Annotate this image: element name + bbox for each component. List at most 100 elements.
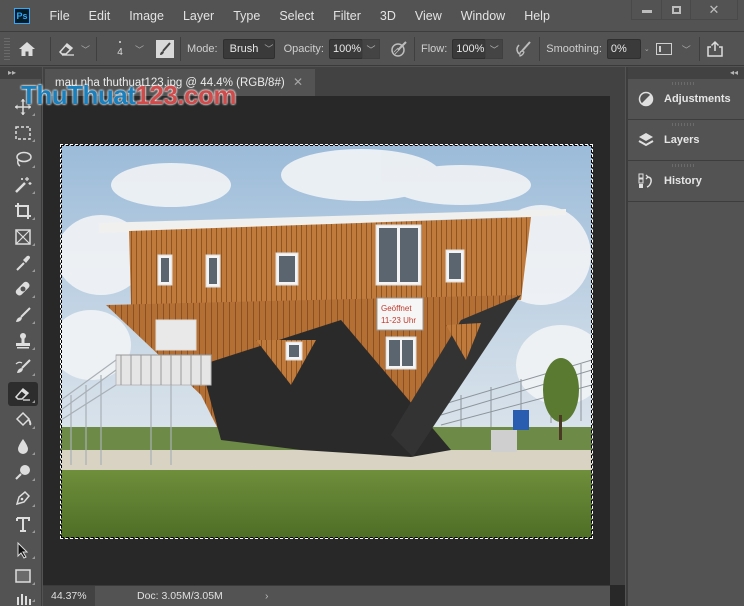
- menu-type[interactable]: Type: [224, 0, 270, 32]
- panel-collapse-button[interactable]: ◂◂: [628, 67, 744, 79]
- document-size-info: Doc: 3.05M/3.05M: [137, 590, 223, 602]
- chevron-down-icon: ﹀: [264, 44, 274, 54]
- balcony: [115, 354, 212, 386]
- sign-text-line2: 11-23 Uhr: [381, 316, 416, 325]
- stamp-icon: [16, 333, 30, 349]
- status-bar: 44.37% Doc: 3.05M/3.05M ›: [43, 585, 610, 606]
- menu-layer[interactable]: Layer: [173, 0, 223, 32]
- brush-settings-button[interactable]: [156, 40, 175, 58]
- smoothing-chevron[interactable]: ﹀: [682, 43, 691, 56]
- magic-wand-tool[interactable]: [8, 173, 38, 197]
- document-image[interactable]: Geöffnet 11-23 Uhr: [60, 144, 593, 539]
- home-button[interactable]: [10, 41, 44, 57]
- dodge-tool[interactable]: [8, 460, 38, 484]
- type-icon: [16, 517, 30, 532]
- more-tools[interactable]: [8, 587, 38, 605]
- opacity-label: Opacity:: [283, 43, 324, 55]
- flow-input[interactable]: 100%: [452, 39, 487, 59]
- menu-filter[interactable]: Filter: [324, 0, 371, 32]
- smoothing-input[interactable]: 0%: [606, 39, 641, 59]
- upside-down-house-photo: Geöffnet 11-23 Uhr: [61, 145, 592, 538]
- eraser-icon: [14, 387, 30, 401]
- healing-brush-tool[interactable]: [8, 277, 38, 301]
- eraser-tool[interactable]: [8, 382, 38, 406]
- panel-label-layers: Layers: [664, 134, 700, 146]
- main-menu: File Edit Image Layer Type Select Filter…: [40, 0, 559, 32]
- maximize-icon: [671, 5, 681, 14]
- pressure-opacity-toggle[interactable]: [390, 40, 408, 58]
- layers-icon: [638, 133, 654, 147]
- magic-wand-icon: [15, 177, 32, 193]
- tool-preset-picker[interactable]: ﹀: [57, 41, 90, 57]
- menu-edit[interactable]: Edit: [79, 0, 120, 32]
- rectangle-tool[interactable]: [8, 564, 38, 588]
- separator: [96, 37, 98, 61]
- drop-icon: [18, 439, 28, 454]
- panel-adjustments[interactable]: Adjustments: [628, 79, 744, 120]
- lasso-icon: [16, 151, 32, 167]
- brush-size-value: 4: [117, 46, 123, 58]
- panel-grip[interactable]: [672, 123, 696, 126]
- watermark: ThuThuat123.com: [21, 80, 236, 111]
- vertical-scrollbar[interactable]: [610, 96, 625, 585]
- pen-tool[interactable]: [8, 486, 38, 510]
- clone-stamp-tool[interactable]: [8, 329, 38, 353]
- smoothing-slider-toggle[interactable]: ⌄: [644, 45, 650, 53]
- path-selection-tool[interactable]: [8, 538, 38, 562]
- crop-tool[interactable]: [8, 199, 38, 223]
- eyedropper-tool[interactable]: [8, 251, 38, 275]
- history-brush-tool[interactable]: [8, 355, 38, 379]
- menu-image[interactable]: Image: [120, 0, 174, 32]
- close-icon: ✕: [708, 2, 720, 17]
- maximize-button[interactable]: [661, 0, 690, 19]
- smoothing-label: Smoothing:: [546, 43, 602, 55]
- panel-history[interactable]: History: [628, 161, 744, 202]
- menu-view[interactable]: View: [405, 0, 451, 32]
- brush-size-picker[interactable]: 4: [109, 40, 131, 58]
- mode-select[interactable]: Brush ﹀: [222, 39, 275, 59]
- window-controls: ✕: [631, 0, 738, 20]
- share-button[interactable]: [706, 40, 724, 58]
- pressure-opacity-icon: [391, 41, 407, 57]
- brush-tool[interactable]: [8, 303, 38, 327]
- frame-tool[interactable]: [8, 225, 38, 249]
- home-icon: [19, 42, 35, 56]
- tools-panel: [0, 79, 42, 606]
- zoom-level-field[interactable]: 44.37%: [43, 586, 95, 606]
- menu-window[interactable]: Window: [451, 0, 514, 32]
- opacity-input[interactable]: 100%: [328, 39, 363, 59]
- sign-board: [376, 297, 424, 331]
- separator: [180, 37, 182, 61]
- brush-size-chevron[interactable]: ﹀: [135, 43, 144, 56]
- panel-grip[interactable]: [672, 82, 696, 85]
- menu-help[interactable]: Help: [515, 0, 560, 32]
- close-button[interactable]: ✕: [690, 0, 737, 19]
- marquee-tool[interactable]: [8, 121, 38, 145]
- panel-layers[interactable]: Layers: [628, 120, 744, 161]
- options-bar: ﹀ 4 ﹀ Mode: Brush ﹀ Opacity: 100% ﹀ Flow…: [0, 33, 744, 66]
- menu-bar: Ps File Edit Image Layer Type Select Fil…: [0, 0, 744, 32]
- canvas[interactable]: Geöffnet 11-23 Uhr: [43, 96, 610, 585]
- paint-bucket-tool[interactable]: [8, 408, 38, 432]
- rectangle-icon: [15, 569, 31, 583]
- lasso-tool[interactable]: [8, 147, 38, 171]
- menu-3d[interactable]: 3D: [370, 0, 405, 32]
- separator: [50, 37, 51, 61]
- opacity-dropdown-button[interactable]: ﹀: [361, 39, 380, 59]
- photoshop-logo: Ps: [14, 8, 30, 24]
- brush-settings-icon: [160, 42, 171, 55]
- toolbar-collapse-button[interactable]: ▸▸: [0, 67, 42, 79]
- minimize-button[interactable]: [632, 0, 661, 19]
- status-menu-arrow[interactable]: ›: [265, 586, 269, 606]
- flow-dropdown-button[interactable]: ﹀: [485, 39, 504, 59]
- menu-select[interactable]: Select: [270, 0, 324, 32]
- blur-tool[interactable]: [8, 434, 38, 458]
- airbrush-toggle[interactable]: [513, 40, 533, 58]
- panel-grip[interactable]: [672, 164, 696, 167]
- type-tool[interactable]: [8, 512, 38, 536]
- tab-close-icon[interactable]: ✕: [293, 75, 303, 89]
- pen-icon: [15, 490, 31, 506]
- house-upper-wall: [129, 217, 531, 305]
- menu-file[interactable]: File: [40, 0, 79, 32]
- smoothing-options-button[interactable]: [655, 43, 672, 55]
